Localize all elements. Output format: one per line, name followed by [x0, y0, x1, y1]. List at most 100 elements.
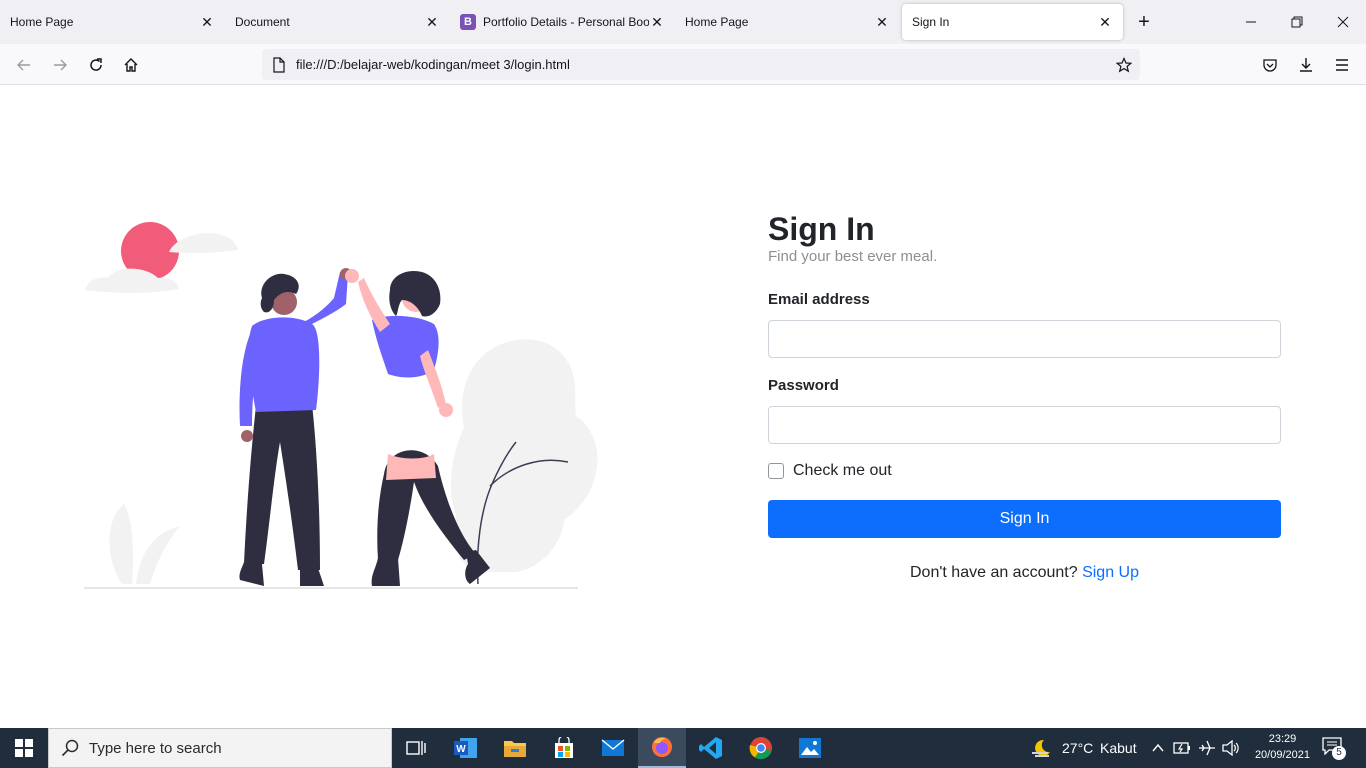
signup-prompt: Don't have an account?	[910, 564, 1078, 581]
man-hand	[241, 430, 253, 442]
browser-nav-bar: file:///D:/belajar-web/kodingan/meet 3/l…	[0, 44, 1366, 85]
taskbar-search-box[interactable]: Type here to search	[48, 728, 392, 768]
tab-home-page-1[interactable]: Home Page ✕	[0, 4, 225, 40]
weather-moon-icon[interactable]	[1030, 738, 1052, 758]
firefox-button[interactable]	[638, 728, 686, 768]
hamburger-menu-icon	[1336, 59, 1348, 71]
email-field[interactable]	[768, 320, 1281, 358]
forward-button[interactable]	[49, 54, 71, 76]
notification-center-button[interactable]: 5	[1322, 737, 1346, 760]
close-icon[interactable]: ✕	[424, 14, 440, 30]
firefox-icon	[652, 737, 672, 757]
reload-icon	[90, 58, 102, 71]
task-view-button[interactable]	[392, 728, 440, 768]
cloud-shape	[169, 233, 238, 254]
tab-portfolio-details[interactable]: B Portfolio Details - Personal Boot ✕	[450, 4, 675, 40]
page-title: Sign In	[768, 211, 875, 247]
minimize-button[interactable]	[1241, 12, 1261, 32]
woman-hand	[439, 403, 453, 417]
file-explorer-button[interactable]	[491, 728, 539, 768]
reload-button[interactable]	[85, 54, 107, 76]
file-icon	[273, 57, 285, 73]
airplane-mode-icon[interactable]	[1198, 740, 1216, 756]
restore-icon	[1291, 16, 1303, 28]
close-icon[interactable]: ✕	[1097, 14, 1113, 30]
tab-document[interactable]: Document ✕	[225, 4, 450, 40]
downloads-button[interactable]	[1295, 54, 1317, 76]
woman-shoe	[371, 558, 400, 586]
clock-date: 20/09/2021	[1254, 749, 1310, 761]
tab-sign-in[interactable]: Sign In ✕	[902, 4, 1123, 40]
tab-title: Home Page	[685, 15, 749, 29]
password-field[interactable]	[768, 406, 1281, 444]
password-label: Password	[768, 377, 839, 394]
windows-logo-icon	[15, 739, 33, 757]
man-raised-arm	[300, 272, 348, 328]
folder-icon	[504, 741, 526, 757]
photos-icon	[799, 738, 821, 758]
close-icon[interactable]: ✕	[199, 14, 215, 30]
tab-title: Document	[235, 15, 290, 29]
sign-in-button[interactable]: Sign In	[768, 500, 1281, 538]
bush-shape	[450, 339, 598, 572]
minimize-icon	[1246, 21, 1256, 23]
chevron-up-icon[interactable]	[1151, 741, 1165, 755]
back-button[interactable]	[13, 54, 35, 76]
search-placeholder: Type here to search	[89, 739, 222, 757]
address-bar[interactable]: file:///D:/belajar-web/kodingan/meet 3/l…	[262, 49, 1140, 80]
bootstrap-icon: B	[460, 14, 476, 30]
weather-description[interactable]: Kabut	[1100, 740, 1137, 756]
close-icon	[1337, 16, 1349, 28]
notification-count-badge: 5	[1332, 746, 1346, 760]
remember-label[interactable]: Check me out	[793, 462, 892, 480]
home-button[interactable]	[120, 54, 142, 76]
high-five-illustration	[84, 222, 598, 589]
page-subtitle: Find your best ever meal.	[768, 248, 938, 265]
home-icon	[124, 58, 138, 72]
close-icon[interactable]: ✕	[874, 14, 890, 30]
windows-taskbar: Type here to search W 27°C Kabut 23:29 2…	[0, 728, 1366, 768]
vscode-icon	[699, 737, 722, 759]
man-shoe	[239, 562, 264, 586]
word-taskbar-button[interactable]: W	[442, 728, 490, 768]
store-icon	[555, 737, 573, 758]
weather-temperature[interactable]: 27°C	[1062, 740, 1093, 756]
restore-button[interactable]	[1287, 12, 1307, 32]
photos-button[interactable]	[786, 728, 834, 768]
chrome-icon	[749, 737, 772, 760]
svg-text:W: W	[456, 744, 466, 755]
search-icon	[61, 739, 79, 757]
pocket-button[interactable]	[1259, 54, 1281, 76]
vscode-button[interactable]	[687, 728, 735, 768]
login-form: Sign In Find your best ever meal. Email …	[768, 209, 1281, 581]
man-shirt	[248, 317, 320, 412]
tab-title: Home Page	[10, 15, 74, 29]
new-tab-button[interactable]: +	[1134, 12, 1154, 32]
start-button[interactable]	[0, 728, 48, 768]
battery-icon[interactable]	[1173, 740, 1191, 756]
menu-button[interactable]	[1331, 54, 1353, 76]
pocket-icon	[1263, 59, 1277, 72]
task-view-icon	[406, 741, 426, 755]
bookmark-star-icon[interactable]	[1116, 57, 1132, 73]
chrome-button[interactable]	[737, 728, 785, 768]
woman-hand	[345, 269, 359, 283]
remember-row: Check me out	[768, 462, 892, 480]
close-window-button[interactable]	[1333, 12, 1353, 32]
close-icon[interactable]: ✕	[649, 14, 665, 30]
mail-icon	[601, 739, 625, 756]
volume-icon[interactable]	[1222, 740, 1240, 756]
tab-title: Portfolio Details - Personal Boot	[483, 15, 649, 29]
arrow-left-icon	[17, 59, 30, 71]
plant-shape	[136, 526, 180, 584]
sign-up-link[interactable]: Sign Up	[1082, 564, 1139, 581]
man-shoe	[300, 568, 324, 586]
system-clock[interactable]: 23:29 20/09/2021	[1255, 731, 1310, 763]
store-button[interactable]	[540, 728, 588, 768]
remember-checkbox[interactable]	[768, 463, 784, 479]
page-content: Sign In Find your best ever meal. Email …	[0, 85, 1366, 728]
mail-button[interactable]	[589, 728, 637, 768]
plant-shape	[109, 504, 134, 584]
tab-home-page-2[interactable]: Home Page ✕	[675, 4, 900, 40]
email-label: Email address	[768, 291, 870, 308]
